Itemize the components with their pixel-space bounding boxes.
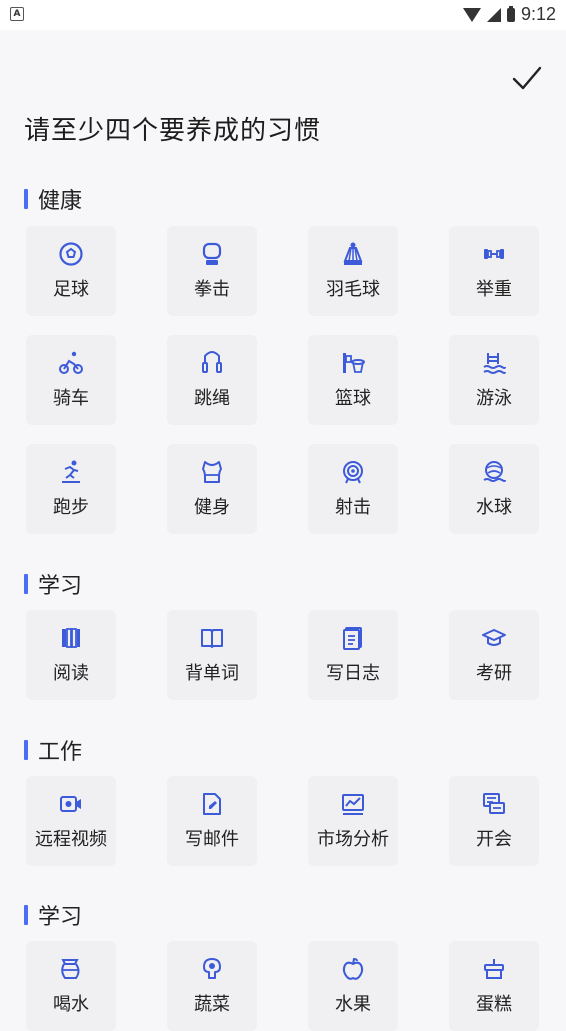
habit-tile-jump-rope[interactable]: 跳绳 [167,335,257,425]
notification-icon: A [10,7,24,21]
habit-label: 篮球 [335,388,371,409]
habit-tile-fruit[interactable]: 水果 [308,941,398,1031]
section-header-diet: 学习 [24,899,82,931]
section-accent-bar [24,189,28,209]
habit-label: 射击 [335,497,371,518]
habit-tile-water-polo[interactable]: 水球 [449,444,539,534]
habit-label: 跳绳 [194,388,230,409]
section-header-health: 健康 [24,183,82,215]
habit-label: 健身 [194,497,230,518]
section-header-study: 学习 [24,568,82,600]
habit-label: 蔬菜 [194,994,230,1015]
habit-label: 水果 [335,994,371,1015]
habit-tile-boxing[interactable]: 拳击 [167,226,257,316]
section-title: 学习 [38,905,83,930]
section-title: 工作 [38,740,83,765]
habit-tile-cycling[interactable]: 骑车 [26,335,116,425]
habit-tile-weightlifting[interactable]: 举重 [449,226,539,316]
section-accent-bar [24,740,28,760]
habit-label: 背单词 [185,663,239,684]
habit-label: 游泳 [476,388,512,409]
meeting-icon [481,791,507,817]
section-header-work: 工作 [24,734,82,766]
habit-grid-health: 足球 拳击 羽毛球 举重 骑车 跳绳 篮球 游泳 跑步 健身 射击 水球 [26,226,546,534]
water-polo-icon [481,459,507,485]
battery-icon [506,5,515,22]
habit-label: 足球 [53,279,89,300]
habit-label: 羽毛球 [326,279,380,300]
habit-tile-basketball[interactable]: 篮球 [308,335,398,425]
habit-grid-work: 远程视频 写邮件 市场分析 开会 [26,776,546,866]
section-accent-bar [24,574,28,594]
habit-tile-grad-exam[interactable]: 考研 [449,610,539,700]
habit-grid-study: 阅读 背单词 写日志 考研 [26,610,546,700]
status-time: 9:12 [520,4,556,24]
habit-label: 考研 [476,663,512,684]
habit-tile-shooting[interactable]: 射击 [308,444,398,534]
habit-tile-reading[interactable]: 阅读 [26,610,116,700]
habit-tile-cake[interactable]: 蛋糕 [449,941,539,1031]
soccer-icon [58,241,84,267]
swimming-pool-icon [481,350,507,376]
wifi-icon [462,7,481,22]
habit-label: 开会 [476,829,512,850]
confirm-check-icon[interactable] [506,58,546,98]
chart-icon [340,791,366,817]
habit-tile-email[interactable]: 写邮件 [167,776,257,866]
open-book-icon [199,625,225,651]
cake-icon [481,956,507,982]
habit-label: 骑车 [53,388,89,409]
habit-tile-video-call[interactable]: 远程视频 [26,776,116,866]
running-icon [58,459,84,485]
habit-tile-fitness[interactable]: 健身 [167,444,257,534]
habit-tile-meeting[interactable]: 开会 [449,776,539,866]
status-indicators: 9:12 [462,4,556,25]
vegetable-icon [199,956,225,982]
habit-tile-market-analysis[interactable]: 市场分析 [308,776,398,866]
habit-tile-soccer[interactable]: 足球 [26,226,116,316]
section-title: 学习 [38,574,83,599]
section-accent-bar [24,905,28,925]
target-icon [340,459,366,485]
habit-tile-badminton[interactable]: 羽毛球 [308,226,398,316]
signal-icon [486,7,501,22]
journal-icon [340,625,366,651]
habit-tile-running[interactable]: 跑步 [26,444,116,534]
habit-label: 水球 [476,497,512,518]
habit-label: 写邮件 [185,829,239,850]
habit-label: 蛋糕 [476,994,512,1015]
page-title: 请至少四个要养成的习惯 [24,116,322,146]
dumbbell-icon [481,241,507,267]
fitness-top-icon [199,459,225,485]
habit-tile-vocabulary[interactable]: 背单词 [167,610,257,700]
habit-label: 喝水 [53,994,89,1015]
kettle-icon [58,956,84,982]
boxing-glove-icon [199,241,225,267]
graduation-cap-icon [481,625,507,651]
habit-tile-vegetables[interactable]: 蔬菜 [167,941,257,1031]
edit-document-icon [199,791,225,817]
habit-label: 拳击 [194,279,230,300]
jump-rope-icon [199,350,225,376]
status-bar: A 9:12 [0,0,566,30]
habit-label: 阅读 [53,663,89,684]
habit-grid-diet: 喝水 蔬菜 水果 蛋糕 [26,941,546,1031]
habit-tile-drink-water[interactable]: 喝水 [26,941,116,1031]
habit-label: 举重 [476,279,512,300]
books-icon [58,625,84,651]
basketball-hoop-icon [340,350,366,376]
video-call-icon [58,791,84,817]
habit-label: 远程视频 [35,829,107,850]
habit-tile-journal[interactable]: 写日志 [308,610,398,700]
apple-icon [340,956,366,982]
habit-tile-swimming[interactable]: 游泳 [449,335,539,425]
bicycle-icon [58,350,84,376]
section-title: 健康 [38,189,83,214]
habit-label: 跑步 [53,497,89,518]
habit-label: 写日志 [326,663,380,684]
shuttlecock-icon [340,241,366,267]
habit-label: 市场分析 [317,829,389,850]
